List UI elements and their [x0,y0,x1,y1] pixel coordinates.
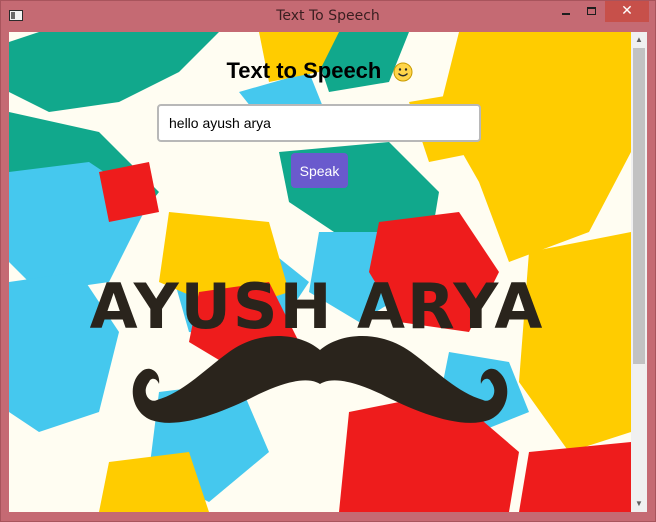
maximize-button[interactable] [579,1,605,22]
close-button[interactable]: ✕ [605,1,649,22]
app-window: Text To Speech ✕ AYUSH ARYA Text to Spee… [0,0,656,522]
text-input[interactable] [157,104,481,142]
smiley-icon [393,62,413,82]
maximize-icon [587,7,596,15]
page-title-text: Text to Speech [226,58,382,83]
scroll-up-icon[interactable]: ▲ [631,32,647,48]
page-title: Text to Speech [9,58,631,84]
content-area: AYUSH ARYA Text to Speech Speak ▲ ▼ [9,32,647,512]
logo-text: AYUSH ARYA [90,270,545,343]
vertical-scrollbar[interactable]: ▲ ▼ [631,32,647,512]
scroll-down-icon[interactable]: ▼ [631,496,647,512]
scroll-thumb[interactable] [633,48,645,364]
page-viewport: AYUSH ARYA Text to Speech Speak [9,32,631,512]
speak-button[interactable]: Speak [291,153,348,188]
close-icon: ✕ [621,3,633,19]
minimize-button[interactable] [553,1,579,22]
title-bar[interactable]: Text To Speech ✕ [1,1,655,31]
minimize-icon [562,13,570,15]
